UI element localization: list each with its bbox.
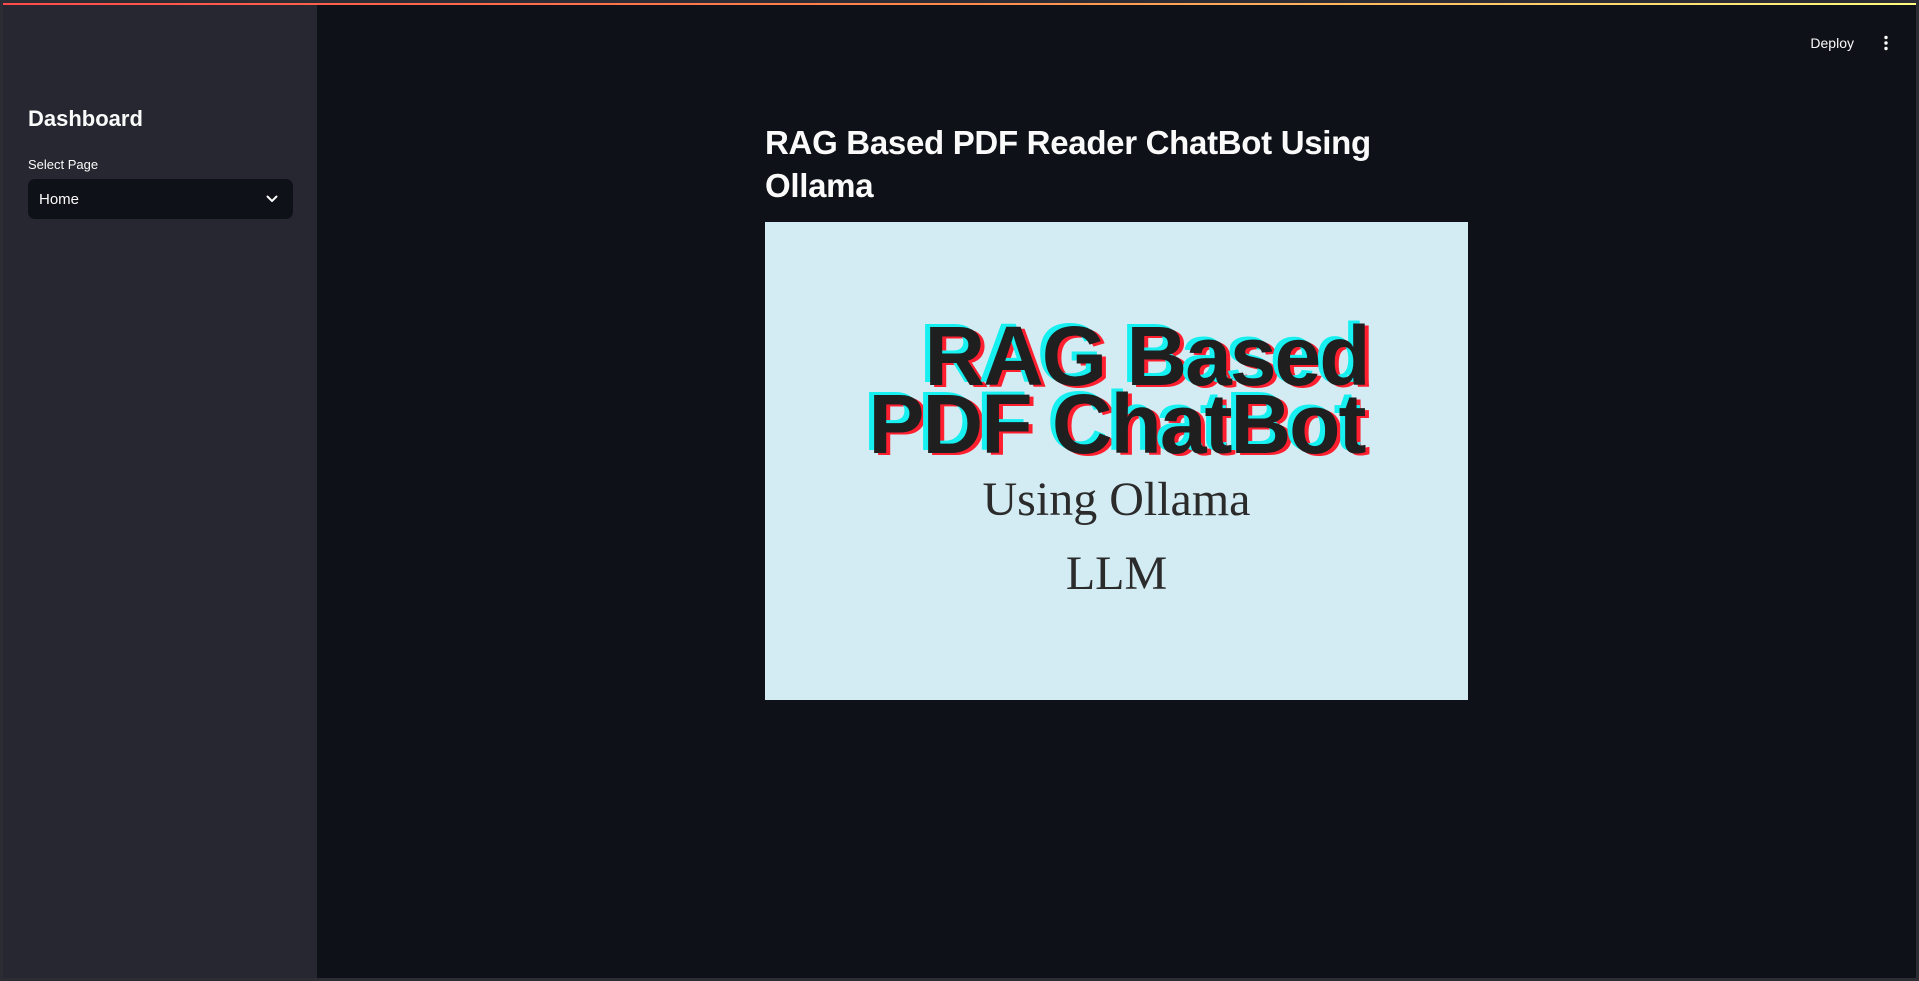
banner-line-llm: LLM [1065, 547, 1168, 600]
main-content: RAG Based PDF Reader ChatBot Using Ollam… [317, 3, 1916, 978]
select-page-dropdown[interactable]: Home [28, 179, 293, 219]
select-page-label: Select Page [28, 157, 99, 172]
banner-image: RAG Based PDF ChatBot Using Ollama LLM [765, 222, 1468, 700]
sidebar: Dashboard Select Page Home [3, 3, 317, 978]
app-window: Dashboard Select Page Home Deploy RAG Ba… [0, 0, 1919, 981]
page-title: RAG Based PDF Reader ChatBot Using Ollam… [765, 124, 1371, 204]
sidebar-title: Dashboard [28, 106, 143, 131]
banner-line-pdf-chatbot: PDF ChatBot [868, 377, 1367, 471]
chevron-down-icon [265, 192, 279, 206]
header-decoration [3, 3, 1916, 5]
select-page-value: Home [39, 190, 80, 208]
banner-line-using-ollama: Using Ollama [982, 473, 1251, 526]
